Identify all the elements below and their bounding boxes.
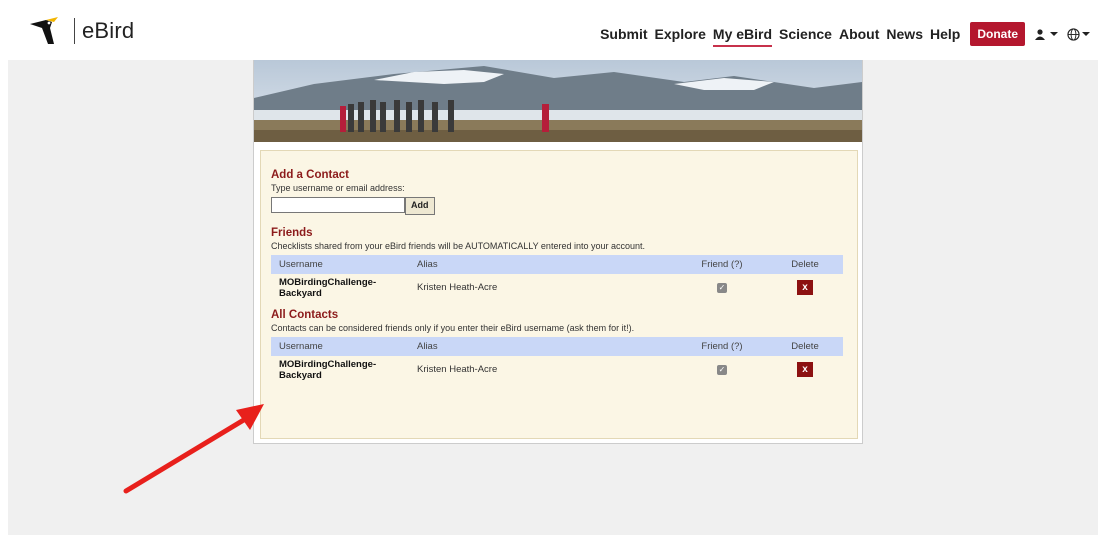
annotation-arrow-icon: [123, 404, 264, 494]
